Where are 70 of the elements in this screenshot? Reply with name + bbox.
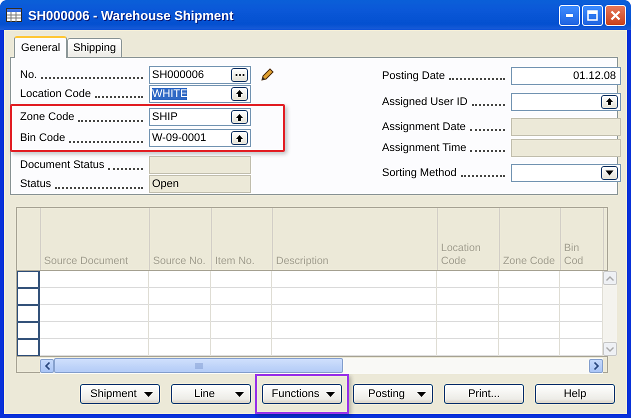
input-field[interactable]	[511, 118, 621, 136]
input-field[interactable]	[511, 92, 621, 110]
lookup-button[interactable]	[601, 94, 618, 108]
menu-button[interactable]: Line	[171, 384, 251, 404]
row-selector[interactable]	[17, 288, 40, 305]
caret-icon	[235, 392, 244, 396]
input-field[interactable]: W-09-0001	[149, 129, 251, 147]
field-value: 01.12.08	[573, 70, 616, 82]
field-label: Assignment Date	[382, 120, 466, 132]
menu-button[interactable]: Posting	[353, 384, 433, 404]
lookup-button[interactable]	[231, 86, 248, 101]
lookup-button[interactable]	[231, 110, 248, 124]
field-label: Document Status	[20, 159, 104, 172]
input-field[interactable]: Open	[149, 175, 251, 194]
tab[interactable]: General	[14, 36, 68, 58]
tab[interactable]: Shipping	[67, 38, 122, 57]
row-selector[interactable]	[17, 322, 40, 339]
field-label: Sorting Method	[382, 166, 457, 178]
dropdown-button[interactable]	[601, 166, 618, 180]
assist-button[interactable]	[231, 68, 248, 82]
scroll-left-icon[interactable]	[40, 358, 54, 372]
field-value: SHIP	[152, 111, 179, 123]
push-button[interactable]: Print...	[444, 384, 524, 404]
minimize-icon	[566, 14, 574, 16]
maximize-icon	[587, 10, 598, 20]
maximize-button[interactable]	[582, 4, 603, 26]
input-field[interactable]: SHIP	[149, 108, 251, 126]
input-field[interactable]: SH000006	[149, 66, 251, 84]
window-icon	[6, 8, 22, 22]
field-value: W-09-0001	[152, 132, 208, 144]
field-label: Posting Date	[382, 70, 445, 82]
field-label: No.	[20, 68, 38, 81]
caret-icon	[605, 170, 614, 176]
field-label: Zone Code	[20, 111, 74, 123]
menu-button[interactable]: Shipment	[80, 384, 160, 404]
dropdown-field[interactable]	[511, 164, 621, 182]
close-icon	[610, 10, 621, 20]
horizontal-scrollbar[interactable]	[40, 358, 603, 374]
push-button[interactable]: Help	[535, 384, 615, 404]
row-selector[interactable]	[17, 339, 40, 356]
pencil-icon[interactable]	[259, 66, 275, 83]
minimize-button[interactable]	[559, 4, 580, 26]
close-button[interactable]	[605, 4, 626, 26]
input-field[interactable]	[511, 138, 621, 156]
caret-icon	[417, 392, 426, 396]
input-field[interactable]: WHITE	[149, 84, 251, 103]
lookup-button[interactable]	[231, 131, 248, 145]
arrow-up-icon	[235, 112, 244, 122]
caret-icon	[326, 392, 335, 396]
arrow-up-icon	[235, 134, 244, 142]
field-label: Bin Code	[20, 132, 66, 144]
field-label: Assignment Time	[382, 142, 466, 154]
row-selector[interactable]	[17, 305, 40, 322]
selected-text: WHITE	[152, 88, 188, 100]
caret-icon	[144, 392, 153, 396]
menu-button[interactable]: Functions	[262, 384, 342, 404]
field-label: Assigned User ID	[382, 96, 468, 108]
window-title: SH000006 - Warehouse Shipment	[28, 8, 234, 22]
field-label: Location Code	[20, 88, 91, 100]
ellipsis-icon	[234, 72, 244, 77]
field-value: SH000006	[152, 68, 205, 81]
scroll-right-icon[interactable]	[589, 358, 603, 372]
field-label: Status	[20, 178, 52, 190]
field-value: Open	[152, 178, 180, 190]
scroll-thumb[interactable]	[54, 358, 343, 373]
input-field[interactable]: 01.12.08	[511, 66, 621, 84]
input-field[interactable]	[149, 156, 251, 174]
arrow-up-icon	[235, 89, 244, 98]
arrow-up-icon	[605, 97, 614, 106]
row-selector[interactable]	[17, 271, 40, 288]
